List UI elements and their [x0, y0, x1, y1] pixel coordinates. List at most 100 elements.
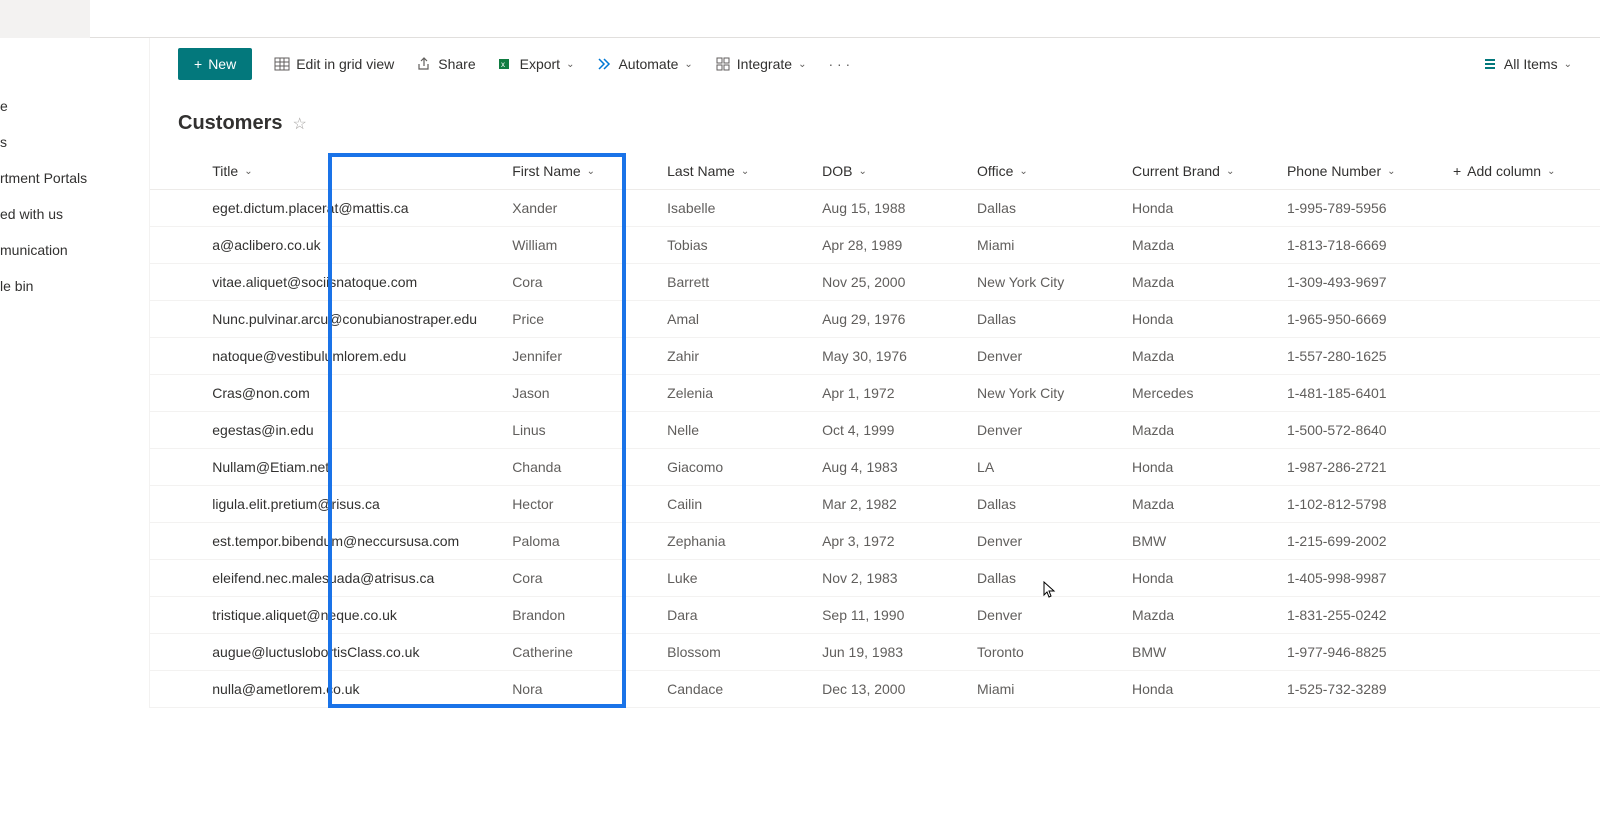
cell-title[interactable]: est.tempor.bibendum@neccursusa.com	[194, 523, 504, 560]
suite-bar	[0, 0, 1600, 38]
col-header-phone[interactable]: Phone Number⌄	[1279, 153, 1445, 190]
favorite-star-icon[interactable]: ☆	[292, 114, 306, 134]
nav-item[interactable]: le bin	[0, 268, 149, 304]
table-row[interactable]: Nunc.pulvinar.arcu@conubianostraper.eduP…	[150, 301, 1600, 338]
chevron-down-icon: ⌄	[1019, 166, 1027, 177]
cell-brand: Mazda	[1124, 486, 1279, 523]
cell-title[interactable]: eleifend.nec.malesuada@atrisus.ca	[194, 560, 504, 597]
list-title: Customers	[178, 112, 282, 135]
cell-office: Miami	[969, 227, 1124, 264]
col-header-office[interactable]: Office⌄	[969, 153, 1124, 190]
grid-icon	[274, 56, 290, 72]
chevron-down-icon: ⌄	[1226, 166, 1234, 177]
cell-dob: Aug 15, 1988	[814, 190, 969, 227]
cell-title[interactable]: augue@luctuslobortisClass.co.uk	[194, 634, 504, 671]
cell-phone: 1-977-946-8825	[1279, 634, 1445, 671]
cell-lastname: Dara	[659, 597, 814, 634]
cell-title[interactable]: natoque@vestibulumlorem.edu	[194, 338, 504, 375]
cell-title[interactable]: a@aclibero.co.uk	[194, 227, 504, 264]
share-label: Share	[438, 56, 475, 72]
cell-dob: Nov 2, 1983	[814, 560, 969, 597]
cell-office: Denver	[969, 412, 1124, 449]
cell-title[interactable]: nulla@ametlorem.co.uk	[194, 671, 504, 708]
share-icon	[416, 56, 432, 72]
col-header-dob[interactable]: DOB⌄	[814, 153, 969, 190]
integrate-icon	[715, 56, 731, 72]
cell-title[interactable]: Cras@non.com	[194, 375, 504, 412]
table-row[interactable]: natoque@vestibulumlorem.eduJenniferZahir…	[150, 338, 1600, 375]
automate-button[interactable]: Automate ⌄	[596, 56, 692, 72]
nav-item[interactable]: ed with us	[0, 196, 149, 232]
col-header-firstname[interactable]: First Name⌄	[504, 153, 659, 190]
cell-firstname: Catherine	[504, 634, 659, 671]
cell-firstname: Jennifer	[504, 338, 659, 375]
table-row[interactable]: tristique.aliquet@neque.co.ukBrandonDara…	[150, 597, 1600, 634]
integrate-label: Integrate	[737, 56, 792, 72]
cell-title[interactable]: egestas@in.edu	[194, 412, 504, 449]
cell-brand: Mazda	[1124, 597, 1279, 634]
table-row[interactable]: nulla@ametlorem.co.ukNoraCandaceDec 13, …	[150, 671, 1600, 708]
cell-lastname: Isabelle	[659, 190, 814, 227]
table-row[interactable]: est.tempor.bibendum@neccursusa.comPaloma…	[150, 523, 1600, 560]
cell-brand: Honda	[1124, 560, 1279, 597]
cell-title[interactable]: tristique.aliquet@neque.co.uk	[194, 597, 504, 634]
chevron-down-icon: ⌄	[1387, 166, 1395, 177]
nav-item[interactable]: e	[0, 88, 149, 124]
new-button[interactable]: + New	[178, 48, 252, 80]
nav-item[interactable]: s	[0, 124, 149, 160]
col-header-lastname[interactable]: Last Name⌄	[659, 153, 814, 190]
col-header-brand[interactable]: Current Brand⌄	[1124, 153, 1279, 190]
nav-item[interactable]: munication	[0, 232, 149, 268]
cell-dob: Apr 3, 1972	[814, 523, 969, 560]
table-row[interactable]: eget.dictum.placerat@mattis.caXanderIsab…	[150, 190, 1600, 227]
share-button[interactable]: Share	[416, 56, 475, 72]
col-header-add[interactable]: +Add column⌄	[1445, 153, 1600, 190]
cell-phone: 1-995-789-5956	[1279, 190, 1445, 227]
chevron-down-icon: ⌄	[587, 166, 595, 177]
cell-brand: Mazda	[1124, 338, 1279, 375]
cell-firstname: Xander	[504, 190, 659, 227]
cell-lastname: Zahir	[659, 338, 814, 375]
table-row[interactable]: egestas@in.eduLinusNelleOct 4, 1999Denve…	[150, 412, 1600, 449]
cell-firstname: Brandon	[504, 597, 659, 634]
cell-dob: May 30, 1976	[814, 338, 969, 375]
cell-title[interactable]: Nunc.pulvinar.arcu@conubianostraper.edu	[194, 301, 504, 338]
table-row[interactable]: eleifend.nec.malesuada@atrisus.caCoraLuk…	[150, 560, 1600, 597]
col-header-title[interactable]: Title⌄	[194, 153, 504, 190]
integrate-button[interactable]: Integrate ⌄	[715, 56, 807, 72]
cell-title[interactable]: ligula.elit.pretium@risus.ca	[194, 486, 504, 523]
view-selector[interactable]: All Items ⌄	[1482, 56, 1572, 72]
cell-title[interactable]: vitae.aliquet@sociisnatoque.com	[194, 264, 504, 301]
cell-lastname: Zelenia	[659, 375, 814, 412]
table-row[interactable]: a@aclibero.co.ukWilliamTobiasApr 28, 198…	[150, 227, 1600, 264]
cell-lastname: Amal	[659, 301, 814, 338]
chevron-down-icon: ⌄	[566, 59, 574, 70]
cell-lastname: Blossom	[659, 634, 814, 671]
table-row[interactable]: Nullam@Etiam.netChandaGiacomoAug 4, 1983…	[150, 449, 1600, 486]
view-label: All Items	[1504, 56, 1558, 72]
edit-grid-label: Edit in grid view	[296, 56, 394, 72]
cell-phone: 1-813-718-6669	[1279, 227, 1445, 264]
cell-brand: Mazda	[1124, 227, 1279, 264]
cell-lastname: Barrett	[659, 264, 814, 301]
table-row[interactable]: Cras@non.comJasonZeleniaApr 1, 1972New Y…	[150, 375, 1600, 412]
table-row[interactable]: augue@luctuslobortisClass.co.ukCatherine…	[150, 634, 1600, 671]
more-button[interactable]: · · ·	[828, 56, 850, 72]
app-launcher[interactable]	[0, 0, 90, 38]
table-row[interactable]: vitae.aliquet@sociisnatoque.comCoraBarre…	[150, 264, 1600, 301]
cell-title[interactable]: eget.dictum.placerat@mattis.ca	[194, 190, 504, 227]
table-row[interactable]: ligula.elit.pretium@risus.caHectorCailin…	[150, 486, 1600, 523]
export-button[interactable]: x Export ⌄	[498, 56, 575, 72]
cell-phone: 1-965-950-6669	[1279, 301, 1445, 338]
cell-brand: Honda	[1124, 449, 1279, 486]
cell-phone: 1-405-998-9987	[1279, 560, 1445, 597]
cell-firstname: Linus	[504, 412, 659, 449]
cell-office: New York City	[969, 375, 1124, 412]
edit-grid-button[interactable]: Edit in grid view	[274, 56, 394, 72]
cell-office: Denver	[969, 597, 1124, 634]
nav-item[interactable]: rtment Portals	[0, 160, 149, 196]
cell-lastname: Nelle	[659, 412, 814, 449]
list-view-icon	[1482, 56, 1498, 72]
cell-title[interactable]: Nullam@Etiam.net	[194, 449, 504, 486]
cell-brand: Honda	[1124, 671, 1279, 708]
